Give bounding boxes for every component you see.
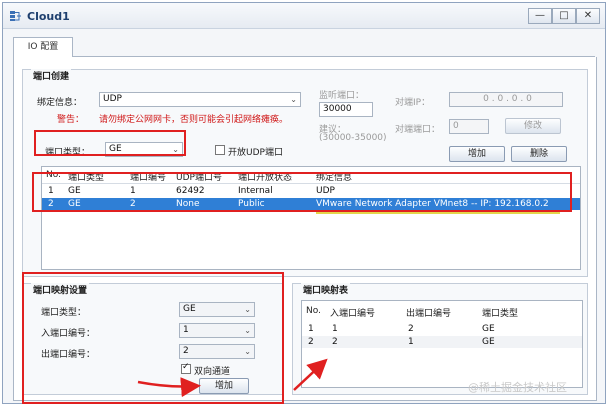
title-bar[interactable]: Cloud1 — □ ✕ [3, 3, 605, 29]
yellow-underline [316, 212, 560, 214]
peer-ip-label: 对端IP： [395, 98, 431, 108]
port-mapping-table-title: 端口映射表 [301, 283, 351, 296]
bind-info-label: 绑定信息： [37, 98, 83, 108]
cell-out-port: 2 [408, 324, 414, 334]
close-button[interactable]: ✕ [576, 8, 600, 24]
peer-ip-value: 0 . 0 . 0 . 0 [483, 94, 532, 104]
open-udp-checkbox[interactable] [215, 145, 225, 155]
open-udp-label: 开放UDP端口 [228, 148, 283, 158]
bind-info-value: UDP [103, 94, 122, 104]
minimize-button[interactable]: — [528, 8, 552, 24]
maximize-button[interactable]: □ [552, 8, 576, 24]
tab-strip: IO 配置 [13, 37, 595, 57]
port-create-title: 端口创建 [31, 69, 72, 82]
cell-no: 2 [308, 337, 314, 347]
window-title: Cloud1 [27, 10, 70, 23]
table-row[interactable]: 1 1 2 GE [302, 323, 582, 335]
highlight-mapping-settings [22, 272, 284, 404]
peer-port-value: 0 [453, 121, 459, 131]
cell-in-port: 2 [332, 337, 338, 347]
highlight-port-type [34, 130, 186, 156]
add-port-button[interactable]: 增加 [449, 146, 505, 162]
cell-in-port: 1 [332, 324, 338, 334]
warning-text: 请勿绑定公网网卡，否则可能会引起网络瘫痪。 [99, 115, 289, 125]
cloud-app-icon [10, 11, 21, 21]
table-row[interactable]: 2 2 1 GE [302, 336, 582, 348]
listen-port-input[interactable]: 30000 [319, 102, 373, 117]
bind-info-select[interactable]: UDP ⌄ [99, 92, 301, 107]
peer-ip-input[interactable]: 0 . 0 . 0 . 0 [449, 92, 563, 107]
tab-io-config[interactable]: IO 配置 [13, 37, 73, 57]
suggest-range: (30000-35000) [319, 133, 387, 143]
col-out-port: 出端口编号 [406, 309, 452, 319]
col-no: No. [306, 306, 321, 316]
peer-port-label: 对端端口： [395, 125, 441, 135]
cell-no: 1 [308, 324, 314, 334]
highlight-port-table [32, 172, 572, 212]
col-in-port: 入端口编号 [330, 309, 376, 319]
modify-button[interactable]: 修改 [505, 118, 561, 134]
chevron-down-icon: ⌄ [290, 95, 297, 104]
listen-port-label: 监听端口： [319, 91, 365, 101]
watermark: @稀土掘金技术社区 [468, 381, 567, 394]
cell-out-port: 1 [408, 337, 414, 347]
col-port-type: 端口类型 [482, 309, 519, 319]
cell-port-type: GE [482, 324, 495, 334]
listen-port-value: 30000 [323, 104, 352, 114]
warning-label: 警告： [57, 115, 85, 125]
mapping-table: No. 入端口编号 出端口编号 端口类型 1 1 2 GE 2 2 1 GE [301, 300, 583, 388]
peer-port-input[interactable]: 0 [449, 119, 489, 134]
delete-port-button[interactable]: 删除 [511, 146, 567, 162]
cell-port-type: GE [482, 337, 495, 347]
